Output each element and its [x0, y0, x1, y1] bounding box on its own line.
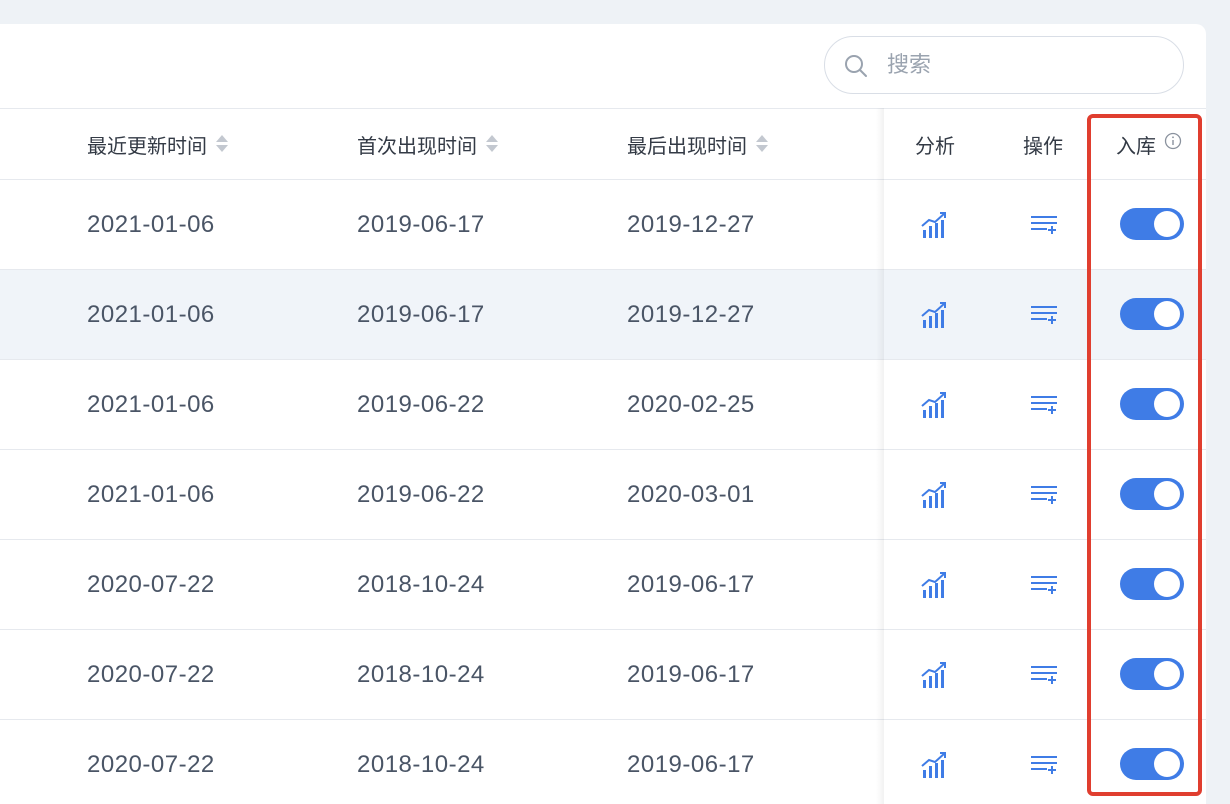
sort-icon[interactable]: [485, 134, 499, 154]
search-icon: [845, 55, 867, 77]
table-header: 最近更新时间 首次出现时间 最后出现时间 分析 操作 入库: [0, 108, 1206, 180]
cell-last-seen: 2019-06-17: [627, 750, 755, 778]
cell-updated: 2021-01-06: [87, 210, 215, 238]
analysis-chart-icon[interactable]: [920, 210, 950, 240]
table-card: 最近更新时间 首次出现时间 最后出现时间 分析 操作 入库 2021-01-0: [0, 24, 1206, 804]
list-add-icon[interactable]: [1029, 570, 1059, 600]
toggle-knob: [1154, 751, 1180, 777]
cell-actions: [1029, 720, 1059, 804]
cell-actions: [1029, 630, 1059, 719]
table-row: 2021-01-06 2019-06-22 2020-02-25: [0, 360, 1206, 450]
table-row: 2020-07-22 2018-10-24 2019-06-17: [0, 630, 1206, 720]
cell-actions: [1029, 360, 1059, 449]
analysis-chart-icon[interactable]: [920, 660, 950, 690]
toggle-knob: [1154, 391, 1180, 417]
cell-actions: [1029, 180, 1059, 269]
toggle-knob: [1154, 661, 1180, 687]
column-header-last-seen[interactable]: 最后出现时间: [627, 109, 769, 179]
table-row: 2021-01-06 2019-06-22 2020-03-01: [0, 450, 1206, 540]
cell-updated: 2020-07-22: [87, 750, 215, 778]
cell-actions: [1029, 450, 1059, 539]
list-add-icon[interactable]: [1029, 390, 1059, 420]
cell-last-seen: 2019-06-17: [627, 660, 755, 688]
analysis-chart-icon[interactable]: [920, 300, 950, 330]
toggle-knob: [1154, 301, 1180, 327]
cell-analysis: [920, 450, 950, 539]
table-row: 2021-01-06 2019-06-17 2019-12-27: [0, 180, 1206, 270]
cell-first-seen: 2018-10-24: [357, 570, 485, 598]
list-add-icon[interactable]: [1029, 480, 1059, 510]
cell-analysis: [920, 540, 950, 629]
table-row: 2020-07-22 2018-10-24 2019-06-17: [0, 540, 1206, 630]
cell-first-seen: 2019-06-22: [357, 480, 485, 508]
analysis-chart-icon[interactable]: [920, 750, 950, 780]
column-label: 分析: [915, 133, 955, 158]
table-row: 2020-07-22 2018-10-24 2019-06-17: [0, 720, 1206, 804]
cell-updated: 2021-01-06: [87, 390, 215, 418]
list-add-icon[interactable]: [1029, 660, 1059, 690]
column-header-analysis: 分析: [915, 109, 955, 179]
cell-analysis: [920, 630, 950, 719]
cell-updated: 2021-01-06: [87, 300, 215, 328]
cell-first-seen: 2019-06-17: [357, 300, 485, 328]
cell-first-seen: 2018-10-24: [357, 750, 485, 778]
list-add-icon[interactable]: [1029, 300, 1059, 330]
cell-first-seen: 2019-06-22: [357, 390, 485, 418]
column-label: 最近更新时间: [87, 133, 207, 158]
column-label: 最后出现时间: [627, 133, 747, 158]
cell-analysis: [920, 720, 950, 804]
storage-toggle[interactable]: [1120, 298, 1184, 330]
column-header-updated[interactable]: 最近更新时间: [87, 109, 229, 179]
column-header-actions: 操作: [1023, 109, 1063, 179]
cell-analysis: [920, 360, 950, 449]
table-body: 2021-01-06 2019-06-17 2019-12-27 2021-01…: [0, 180, 1206, 804]
toggle-knob: [1154, 571, 1180, 597]
cell-last-seen: 2019-06-17: [627, 570, 755, 598]
cell-actions: [1029, 540, 1059, 629]
analysis-chart-icon[interactable]: [920, 480, 950, 510]
column-header-storage: 入库: [1116, 109, 1182, 179]
info-icon[interactable]: [1164, 132, 1182, 150]
cell-last-seen: 2019-12-27: [627, 300, 755, 328]
storage-toggle[interactable]: [1120, 658, 1184, 690]
list-add-icon[interactable]: [1029, 750, 1059, 780]
storage-toggle[interactable]: [1120, 568, 1184, 600]
cell-last-seen: 2020-02-25: [627, 390, 755, 418]
sort-icon[interactable]: [755, 134, 769, 154]
column-header-first-seen[interactable]: 首次出现时间: [357, 109, 499, 179]
cell-analysis: [920, 180, 950, 269]
cell-last-seen: 2020-03-01: [627, 480, 755, 508]
toggle-knob: [1154, 481, 1180, 507]
cell-last-seen: 2019-12-27: [627, 210, 755, 238]
cell-first-seen: 2018-10-24: [357, 660, 485, 688]
table-row: 2021-01-06 2019-06-17 2019-12-27: [0, 270, 1206, 360]
storage-toggle[interactable]: [1120, 478, 1184, 510]
search-box[interactable]: [824, 36, 1184, 94]
column-label: 首次出现时间: [357, 133, 477, 158]
storage-toggle[interactable]: [1120, 388, 1184, 420]
analysis-chart-icon[interactable]: [920, 390, 950, 420]
list-add-icon[interactable]: [1029, 210, 1059, 240]
cell-updated: 2020-07-22: [87, 570, 215, 598]
storage-toggle[interactable]: [1120, 208, 1184, 240]
column-label: 操作: [1023, 133, 1063, 158]
cell-first-seen: 2019-06-17: [357, 210, 485, 238]
storage-toggle[interactable]: [1120, 748, 1184, 780]
fixed-column-divider: [876, 108, 884, 804]
sort-icon[interactable]: [215, 134, 229, 154]
cell-updated: 2020-07-22: [87, 660, 215, 688]
cell-actions: [1029, 270, 1059, 359]
search-input[interactable]: [887, 47, 1157, 83]
cell-analysis: [920, 270, 950, 359]
column-label: 入库: [1116, 133, 1156, 158]
toggle-knob: [1154, 211, 1180, 237]
cell-updated: 2021-01-06: [87, 480, 215, 508]
analysis-chart-icon[interactable]: [920, 570, 950, 600]
